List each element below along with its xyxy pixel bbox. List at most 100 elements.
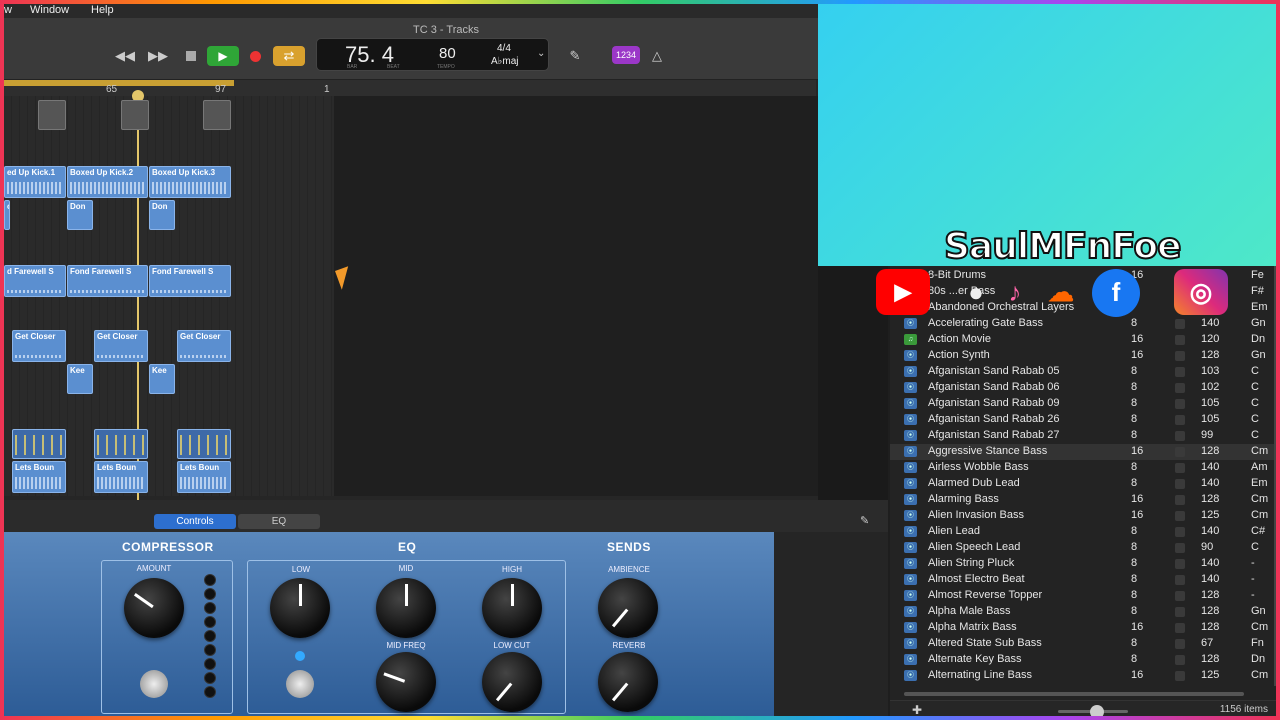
favorite-checkbox[interactable] [1175, 527, 1185, 537]
favorite-checkbox[interactable] [1175, 655, 1185, 665]
stop-button[interactable] [186, 51, 196, 61]
forward-button[interactable]: ▶▶ [145, 46, 171, 66]
region-block[interactable] [203, 100, 231, 130]
menu-window[interactable]: Window [30, 4, 69, 16]
ambience-knob[interactable] [598, 578, 658, 638]
favorite-checkbox[interactable] [1175, 671, 1185, 681]
mid-freq-knob[interactable] [376, 652, 436, 712]
region-kee[interactable]: Kee [67, 364, 93, 394]
list-item[interactable]: ⦿ Almost Electro Beat 8 140 - [890, 572, 1276, 588]
list-item[interactable]: ⦿ Alien Invasion Bass 16 125 Cm [890, 508, 1276, 524]
list-item[interactable]: ⦿ Alternate Key Bass 8 128 Dn [890, 652, 1276, 668]
list-item[interactable]: ⦿ Alternating Line Bass 16 125 Cm [890, 668, 1276, 684]
ruler[interactable]: 65 97 1 [4, 80, 816, 96]
list-item[interactable]: ⦿ Action Synth 16 128 Gn [890, 348, 1276, 364]
menu-help[interactable]: Help [91, 4, 114, 16]
favorite-checkbox[interactable] [1175, 479, 1185, 489]
mid-knob[interactable] [376, 578, 436, 638]
menu-partial[interactable]: w [4, 4, 12, 16]
low-cut-knob[interactable] [482, 652, 542, 712]
reverb-knob[interactable] [598, 652, 658, 712]
cycle-region[interactable] [4, 80, 234, 86]
edit-icon[interactable]: ✎ [860, 514, 869, 527]
region-don[interactable]: Don [149, 200, 175, 230]
favorite-checkbox[interactable] [1175, 431, 1185, 441]
add-icon[interactable]: ✚ [912, 703, 922, 716]
region-kee[interactable]: Kee [149, 364, 175, 394]
list-item[interactable]: ⦿ Afganistan Sand Rabab 26 8 105 C [890, 412, 1276, 428]
region-kick[interactable]: ed Up Kick.1 [4, 166, 66, 198]
favorite-checkbox[interactable] [1175, 623, 1185, 633]
region-block[interactable] [121, 100, 149, 130]
list-item[interactable]: ⦿ Airless Wobble Bass 8 140 Am [890, 460, 1276, 476]
list-item[interactable]: ⦿ Alien String Pluck 8 140 - [890, 556, 1276, 572]
favorite-checkbox[interactable] [1175, 367, 1185, 377]
region-pattern[interactable] [94, 429, 148, 459]
favorite-checkbox[interactable] [1175, 351, 1185, 361]
region-pattern[interactable] [12, 429, 66, 459]
region-don[interactable]: Don [67, 200, 93, 230]
play-button[interactable]: ▶ [207, 46, 239, 66]
list-item[interactable]: ♫ Action Movie 16 120 Dn [890, 332, 1276, 348]
region-block[interactable] [38, 100, 66, 130]
region-don[interactable]: o [4, 200, 10, 230]
lcd-display[interactable]: 75. 4 BAR BEAT 80 TEMPO 4/4 A♭maj ⌄ [316, 38, 549, 71]
list-item[interactable]: ⦿ Alarmed Dub Lead 8 140 Em [890, 476, 1276, 492]
empty-area[interactable] [334, 96, 818, 496]
favorite-checkbox[interactable] [1175, 495, 1185, 505]
favorite-checkbox[interactable] [1175, 639, 1185, 649]
region-kick[interactable]: Boxed Up Kick.2 [67, 166, 148, 198]
vertical-scrollbar[interactable] [1274, 266, 1276, 686]
region-closer[interactable]: Get Closer [12, 330, 66, 362]
favorite-checkbox[interactable] [1175, 447, 1185, 457]
region-closer[interactable]: Get Closer [94, 330, 148, 362]
region-kick[interactable]: Boxed Up Kick.3 [149, 166, 231, 198]
favorite-checkbox[interactable] [1175, 511, 1185, 521]
region-closer[interactable]: Get Closer [177, 330, 231, 362]
list-item[interactable]: ⦿ Altered State Sub Bass 8 67 Fn [890, 636, 1276, 652]
list-item[interactable]: ⦿ Alarming Bass 16 128 Cm [890, 492, 1276, 508]
record-button[interactable] [250, 51, 261, 62]
tuner-icon[interactable]: ✎ [566, 46, 584, 66]
low-knob[interactable] [270, 578, 330, 638]
region-farewell[interactable]: Fond Farewell S [67, 265, 148, 297]
favorite-checkbox[interactable] [1175, 575, 1185, 585]
favorite-checkbox[interactable] [1175, 383, 1185, 393]
list-item[interactable]: ⦿ Afganistan Sand Rabab 27 8 99 C [890, 428, 1276, 444]
rewind-button[interactable]: ◀◀ [112, 46, 138, 66]
favorite-checkbox[interactable] [1175, 591, 1185, 601]
list-item[interactable]: ⦿ Almost Reverse Topper 8 128 - [890, 588, 1276, 604]
list-item[interactable]: ⦿ Afganistan Sand Rabab 06 8 102 C [890, 380, 1276, 396]
count-in-button[interactable]: 1234 [612, 46, 640, 64]
list-item[interactable]: ⦿ Alien Lead 8 140 C# [890, 524, 1276, 540]
tab-eq[interactable]: EQ [238, 514, 320, 529]
amount-knob[interactable] [124, 578, 184, 638]
favorite-checkbox[interactable] [1175, 319, 1185, 329]
tab-controls[interactable]: Controls [154, 514, 236, 529]
favorite-checkbox[interactable] [1175, 399, 1185, 409]
eq-toggle[interactable] [286, 670, 314, 698]
list-item[interactable]: ⦿ Afganistan Sand Rabab 05 8 103 C [890, 364, 1276, 380]
favorite-checkbox[interactable] [1175, 335, 1185, 345]
high-knob[interactable] [482, 578, 542, 638]
region-bounce[interactable]: Lets Boun [94, 461, 148, 493]
region-farewell[interactable]: Fond Farewell S [149, 265, 231, 297]
horizontal-scrollbar[interactable] [904, 692, 1244, 696]
region-pattern[interactable] [177, 429, 231, 459]
list-item[interactable]: ⦿ Aggressive Stance Bass 16 128 Cm [890, 444, 1276, 460]
list-item[interactable]: ⦿ Afganistan Sand Rabab 09 8 105 C [890, 396, 1276, 412]
list-item[interactable]: ⦿ Accelerating Gate Bass 8 140 Gn [890, 316, 1276, 332]
favorite-checkbox[interactable] [1175, 543, 1185, 553]
list-item[interactable]: ⦿ Alpha Male Bass 8 128 Gn [890, 604, 1276, 620]
favorite-checkbox[interactable] [1175, 463, 1185, 473]
region-bounce[interactable]: Lets Boun [12, 461, 66, 493]
chevron-down-icon[interactable]: ⌄ [537, 48, 545, 59]
volume-slider-knob[interactable] [1090, 705, 1104, 716]
region-bounce[interactable]: Lets Boun [177, 461, 231, 493]
compressor-toggle[interactable] [140, 670, 168, 698]
loop-browser[interactable]: ⦿8-Bit Drums16Fe ⦿80s ...er BassF# ⦿Aban… [890, 266, 1276, 716]
favorite-checkbox[interactable] [1175, 415, 1185, 425]
favorite-checkbox[interactable] [1175, 607, 1185, 617]
favorite-checkbox[interactable] [1175, 559, 1185, 569]
metronome-icon[interactable]: △ [648, 46, 666, 66]
